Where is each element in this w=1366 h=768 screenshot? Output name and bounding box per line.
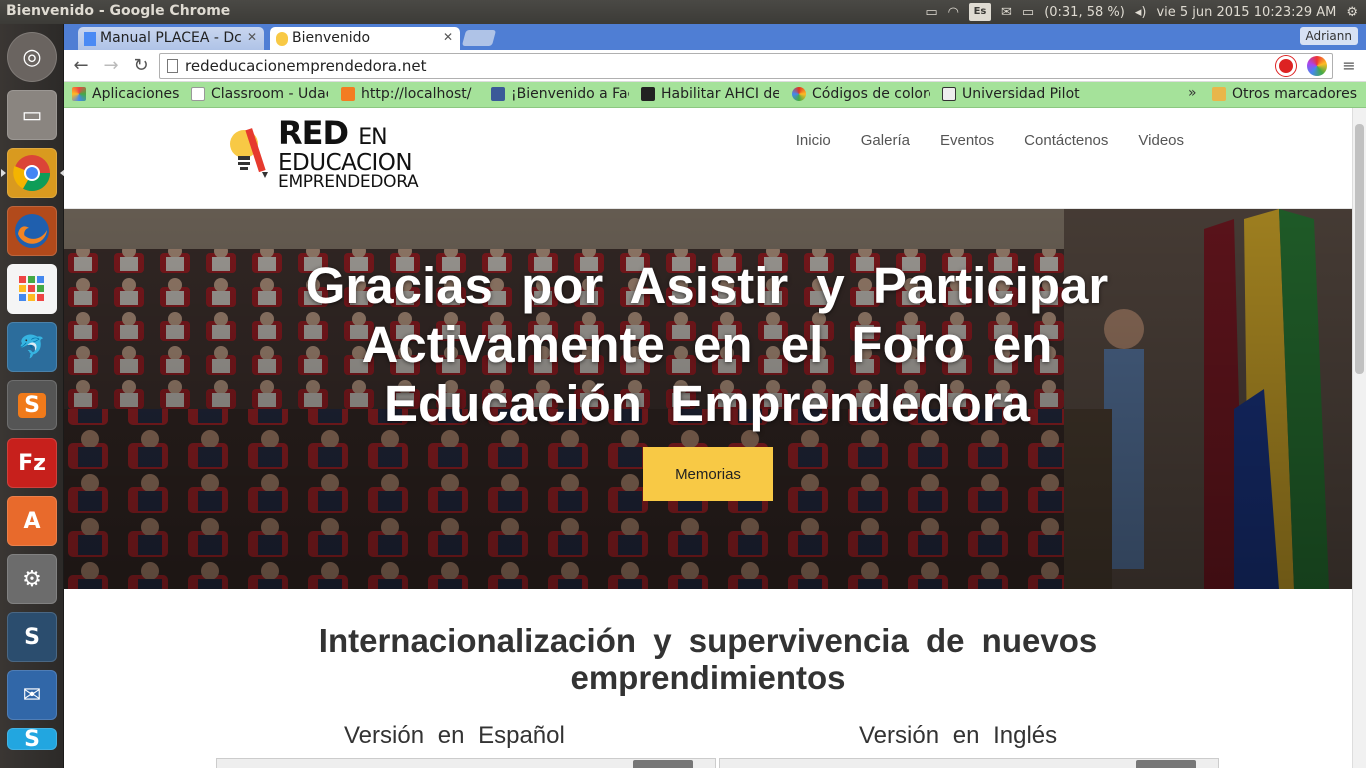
adblock-icon[interactable] (1276, 56, 1296, 76)
nav-videos[interactable]: Videos (1138, 132, 1184, 149)
nav-contactenos[interactable]: Contáctenos (1024, 132, 1108, 149)
bookmark-classroom[interactable]: Classroom - Udac (191, 86, 328, 102)
bookmark-localhost[interactable]: http://localhost/ (341, 86, 479, 102)
new-tab-button[interactable] (461, 30, 497, 46)
apps-grid-icon[interactable] (7, 264, 57, 314)
wifi-icon[interactable]: ◠ (948, 5, 959, 20)
system-tray: ▭ ◠ Es ✉ ▭ (0:31, 58 %) ◂) vie 5 jun 201… (925, 3, 1358, 21)
nav-galeria[interactable]: Galería (861, 132, 910, 149)
lightbulb-pencil-icon (230, 128, 268, 178)
page-icon (167, 59, 178, 73)
site-favicon-icon (276, 32, 288, 46)
volume-icon[interactable]: ◂) (1135, 5, 1147, 20)
files-icon[interactable]: ▭ (7, 90, 57, 140)
battery-status[interactable]: (0:31, 58 %) (1044, 5, 1125, 20)
tab-label: Bienvenido (292, 30, 371, 46)
address-bar[interactable]: rededucacionemprendedora.net ★ (159, 53, 1333, 79)
bookmark-apps[interactable]: Aplicaciones (72, 86, 182, 102)
unity-launcher: ◎ ▭ 🐬 S Fz A ⚙ S ✉ S (0, 24, 65, 768)
site-logo[interactable]: RED EN EDUCACION EMPRENDEDORA (228, 112, 428, 192)
forward-icon[interactable]: → (100, 55, 122, 77)
xampp-icon (341, 87, 355, 101)
battery-icon[interactable]: ▭ (1022, 5, 1034, 20)
color-picker-icon[interactable] (1307, 56, 1327, 76)
drive-icon[interactable]: ▭ (925, 5, 937, 20)
keyboard-layout-indicator[interactable]: Es (968, 3, 991, 21)
main-nav: Inicio Galería Eventos Contáctenos Video… (796, 132, 1184, 149)
nav-inicio[interactable]: Inicio (796, 132, 831, 149)
skype-icon[interactable]: S (7, 727, 57, 752)
hero-title: Gracias por Asistir y Participar Activam… (305, 257, 1109, 432)
mail-icon[interactable]: ✉ (1001, 5, 1012, 20)
logo-emprendedora: EMPRENDEDORA (278, 172, 419, 192)
bookmarks-overflow-button[interactable]: » (1188, 85, 1197, 101)
back-icon[interactable]: ← (70, 55, 92, 77)
sync-app-icon[interactable]: S (7, 612, 57, 662)
bookmark-universidad[interactable]: Universidad Pilot (942, 86, 1080, 102)
sublime-text-icon[interactable]: S (7, 380, 57, 430)
embed-frame-spanish[interactable] (216, 758, 716, 768)
chrome-icon[interactable] (1, 148, 65, 198)
page-scrollbar[interactable] (1352, 108, 1366, 768)
firefox-icon[interactable] (7, 206, 57, 256)
section-title: Internacionalización y supervivencia de … (318, 622, 1098, 696)
close-tab-icon[interactable]: ✕ (247, 30, 257, 44)
memorias-button[interactable]: Memorias (643, 447, 773, 501)
mysql-workbench-icon[interactable]: 🐬 (7, 322, 57, 372)
hero-banner: Gracias por Asistir y Participar Activam… (64, 209, 1352, 589)
tab-strip: Manual PLACEA - Dc ✕ Bienvenido ✕ Adrian… (64, 24, 1366, 50)
site-header: RED EN EDUCACION EMPRENDEDORA Inicio Gal… (64, 108, 1352, 209)
bookmark-facebook[interactable]: ¡Bienvenido a Fac (491, 86, 629, 102)
scrollbar-thumb[interactable] (1355, 124, 1364, 374)
version-spanish-heading: Versión en Español (344, 722, 565, 749)
system-top-panel: Bienvenido - Google Chrome ▭ ◠ Es ✉ ▭ (0… (0, 0, 1366, 24)
window-title: Bienvenido - Google Chrome (6, 3, 231, 19)
software-center-icon[interactable]: A (7, 496, 57, 546)
logo-red: RED EN (278, 114, 388, 152)
embed-frame-english[interactable] (719, 758, 1219, 768)
settings-gear-icon[interactable]: ⚙ (1346, 5, 1358, 20)
url-text[interactable]: rededucacionemprendedora.net (185, 57, 427, 75)
nav-eventos[interactable]: Eventos (940, 132, 994, 149)
system-settings-icon[interactable]: ⚙ (7, 554, 57, 604)
frame-scroll-thumb[interactable] (633, 760, 693, 768)
colorwheel-icon (792, 87, 806, 101)
tab-manual-placea[interactable]: Manual PLACEA - Dc ✕ (78, 27, 264, 50)
folder-icon (1212, 87, 1226, 101)
filezilla-icon[interactable]: Fz (7, 438, 57, 488)
thunderbird-icon[interactable]: ✉ (7, 670, 57, 720)
page-viewport: RED EN EDUCACION EMPRENDEDORA Inicio Gal… (64, 108, 1352, 768)
close-tab-icon[interactable]: ✕ (443, 30, 453, 44)
person-icon (641, 87, 655, 101)
tab-bienvenido[interactable]: Bienvenido ✕ (270, 27, 460, 50)
dash-home-icon[interactable]: ◎ (7, 32, 57, 82)
profile-button[interactable]: Adriann (1299, 27, 1358, 45)
up-icon (942, 87, 956, 101)
bookmark-color-codes[interactable]: Códigos de colore (792, 86, 930, 102)
bookmark-ahci[interactable]: Habilitar AHCI de (641, 86, 779, 102)
docs-icon (84, 32, 96, 46)
facebook-icon (491, 87, 505, 101)
menu-icon[interactable]: ≡ (1338, 55, 1360, 77)
other-bookmarks-folder[interactable]: Otros marcadores (1212, 86, 1362, 102)
bookmarks-bar: Aplicaciones Classroom - Udac http://loc… (64, 82, 1366, 108)
version-english-heading: Versión en Inglés (859, 722, 1058, 749)
browser-toolbar: ← → ↻ rededucacionemprendedora.net ★ ≡ (64, 50, 1366, 82)
apps-icon (72, 87, 86, 101)
clock[interactable]: vie 5 jun 2015 10:23:29 AM (1156, 5, 1336, 20)
frame-scroll-thumb[interactable] (1136, 760, 1196, 768)
reload-icon[interactable]: ↻ (130, 55, 152, 77)
tab-label: Manual PLACEA - Dc (100, 30, 242, 46)
page-icon (191, 87, 205, 101)
